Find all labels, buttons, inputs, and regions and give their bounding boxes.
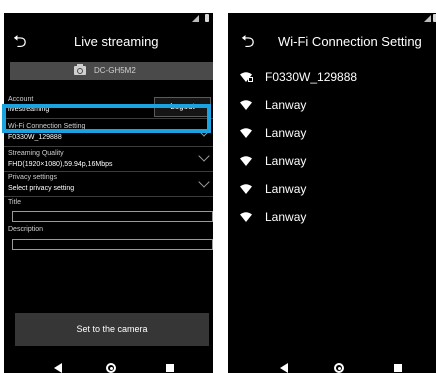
lock-icon [248,77,253,82]
privacy-row[interactable]: Privacy settings Select privacy setting [4,172,213,197]
streaming-quality-label: Streaming Quality [8,150,64,157]
nav-back-icon[interactable] [280,363,288,373]
description-input[interactable] [12,239,213,250]
page-title: Wi-Fi Connection Setting [278,34,422,49]
header: ⮌ Live streaming [4,24,213,61]
chevron-down-icon [198,150,210,162]
privacy-value: Select privacy setting [8,185,75,192]
wifi-network-name: Lanway [265,182,307,196]
status-bar [4,13,213,24]
wifi-setting-value: F0330W_129888 [8,134,62,141]
nav-bar [228,363,436,373]
wifi-network-item[interactable]: Lanway [228,204,436,230]
battery-icon [205,14,209,22]
title-input[interactable] [12,211,213,222]
wifi-network-item[interactable]: Lanway [228,120,436,146]
wifi-network-item[interactable]: F0330W_129888 [228,64,436,90]
header: ⮌ Wi-Fi Connection Setting [228,24,436,61]
wifi-icon [240,156,252,166]
wifi-network-name: Lanway [265,154,307,168]
nav-back-icon[interactable] [54,363,62,373]
signal-icon [192,15,199,22]
wifi-network-item[interactable]: Lanway [228,176,436,202]
chevron-down-icon [198,176,210,188]
wifi-network-item[interactable]: Lanway [228,92,436,118]
nav-home-icon[interactable] [106,363,116,373]
wifi-network-name: Lanway [265,210,307,224]
wifi-icon [240,184,252,194]
page-title: Live streaming [74,34,159,49]
wifi-connection-screen: ⮌ Wi-Fi Connection Setting F0330W_129888… [228,13,436,373]
camera-model: DC-GH5M2 [94,66,136,75]
account-label: Account [8,96,34,103]
wifi-network-name: Lanway [265,126,307,140]
wifi-network-name: Lanway [265,98,307,112]
back-arrow-icon[interactable]: ⮌ [241,33,255,51]
camera-model-bar: DC-GH5M2 [10,62,213,80]
nav-home-icon[interactable] [334,363,344,373]
live-streaming-screen: ⮌ Live streaming DC-GH5M2 Account livest… [4,13,213,373]
wifi-network-name: F0330W_129888 [265,70,358,84]
streaming-quality-row[interactable]: Streaming Quality FHD(1920×1080),59.94p,… [4,147,213,172]
back-arrow-icon[interactable]: ⮌ [13,33,27,51]
wifi-network-item[interactable]: Lanway [228,148,436,174]
signal-icon [424,15,431,22]
wifi-icon [240,100,252,110]
title-label: Title [8,199,21,206]
wifi-icon [240,128,252,138]
set-to-camera-button[interactable]: Set to the camera [15,313,209,346]
wifi-setting-highlight [2,104,211,133]
nav-bar [4,363,213,373]
wifi-icon [240,72,253,82]
wifi-icon [240,212,252,222]
streaming-quality-value: FHD(1920×1080),59.94p,16Mbps [8,161,113,168]
camera-icon [74,64,86,75]
nav-recent-icon[interactable] [394,364,402,372]
description-label: Description [8,226,44,233]
privacy-label: Privacy settings [8,174,58,181]
status-bar [228,13,436,24]
nav-recent-icon[interactable] [166,364,174,372]
